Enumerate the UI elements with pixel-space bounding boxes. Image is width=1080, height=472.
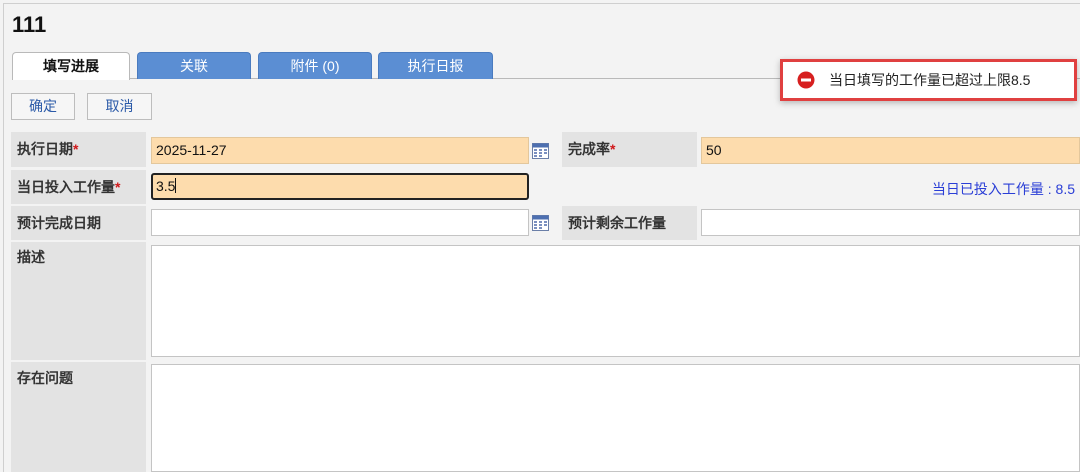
error-toast: 当日填写的工作量已超过上限8.5 [780, 59, 1077, 101]
planned-finish-date-input[interactable] [151, 209, 529, 236]
required-mark: * [610, 141, 616, 157]
tab-related[interactable]: 关联 [137, 52, 251, 79]
required-mark: * [115, 179, 121, 195]
description-textarea[interactable] [151, 245, 1080, 357]
calendar-icon[interactable] [532, 142, 549, 159]
tab-fill-progress[interactable]: 填写进展 [12, 52, 130, 80]
issues-label: 存在问题 [11, 362, 146, 472]
completion-rate-label: 完成率* [562, 132, 697, 167]
daily-workload-input[interactable]: 3.5 [151, 173, 529, 200]
error-toast-message: 当日填写的工作量已超过上限8.5 [829, 72, 1031, 88]
text-caret [175, 178, 177, 193]
exec-date-label: 执行日期* [11, 132, 146, 167]
remaining-workload-input[interactable] [701, 209, 1080, 236]
daily-workload-info: 当日已投入工作量 : 8.5 [931, 181, 1075, 197]
calendar-icon[interactable] [532, 214, 549, 231]
tab-attachments[interactable]: 附件 (0) [258, 52, 372, 79]
daily-workload-label: 当日投入工作量* [11, 170, 146, 204]
tab-daily-report[interactable]: 执行日报 [378, 52, 493, 79]
exec-date-label-text: 执行日期 [17, 141, 73, 157]
completion-rate-input[interactable]: 50 [701, 137, 1080, 164]
planned-finish-date-label: 预计完成日期 [11, 206, 146, 240]
issues-textarea[interactable] [151, 364, 1080, 472]
remaining-workload-label: 预计剩余工作量 [562, 206, 697, 240]
confirm-button[interactable]: 确定 [11, 93, 75, 120]
completion-rate-label-text: 完成率 [568, 141, 610, 157]
daily-workload-label-text: 当日投入工作量 [17, 179, 115, 195]
daily-workload-value: 3.5 [156, 178, 176, 194]
required-mark: * [73, 141, 79, 157]
cancel-button[interactable]: 取消 [87, 93, 152, 120]
page-title: 111 [12, 12, 47, 37]
exec-date-input[interactable]: 2025-11-27 [151, 137, 529, 164]
description-label: 描述 [11, 242, 146, 360]
error-stop-icon [797, 71, 815, 89]
